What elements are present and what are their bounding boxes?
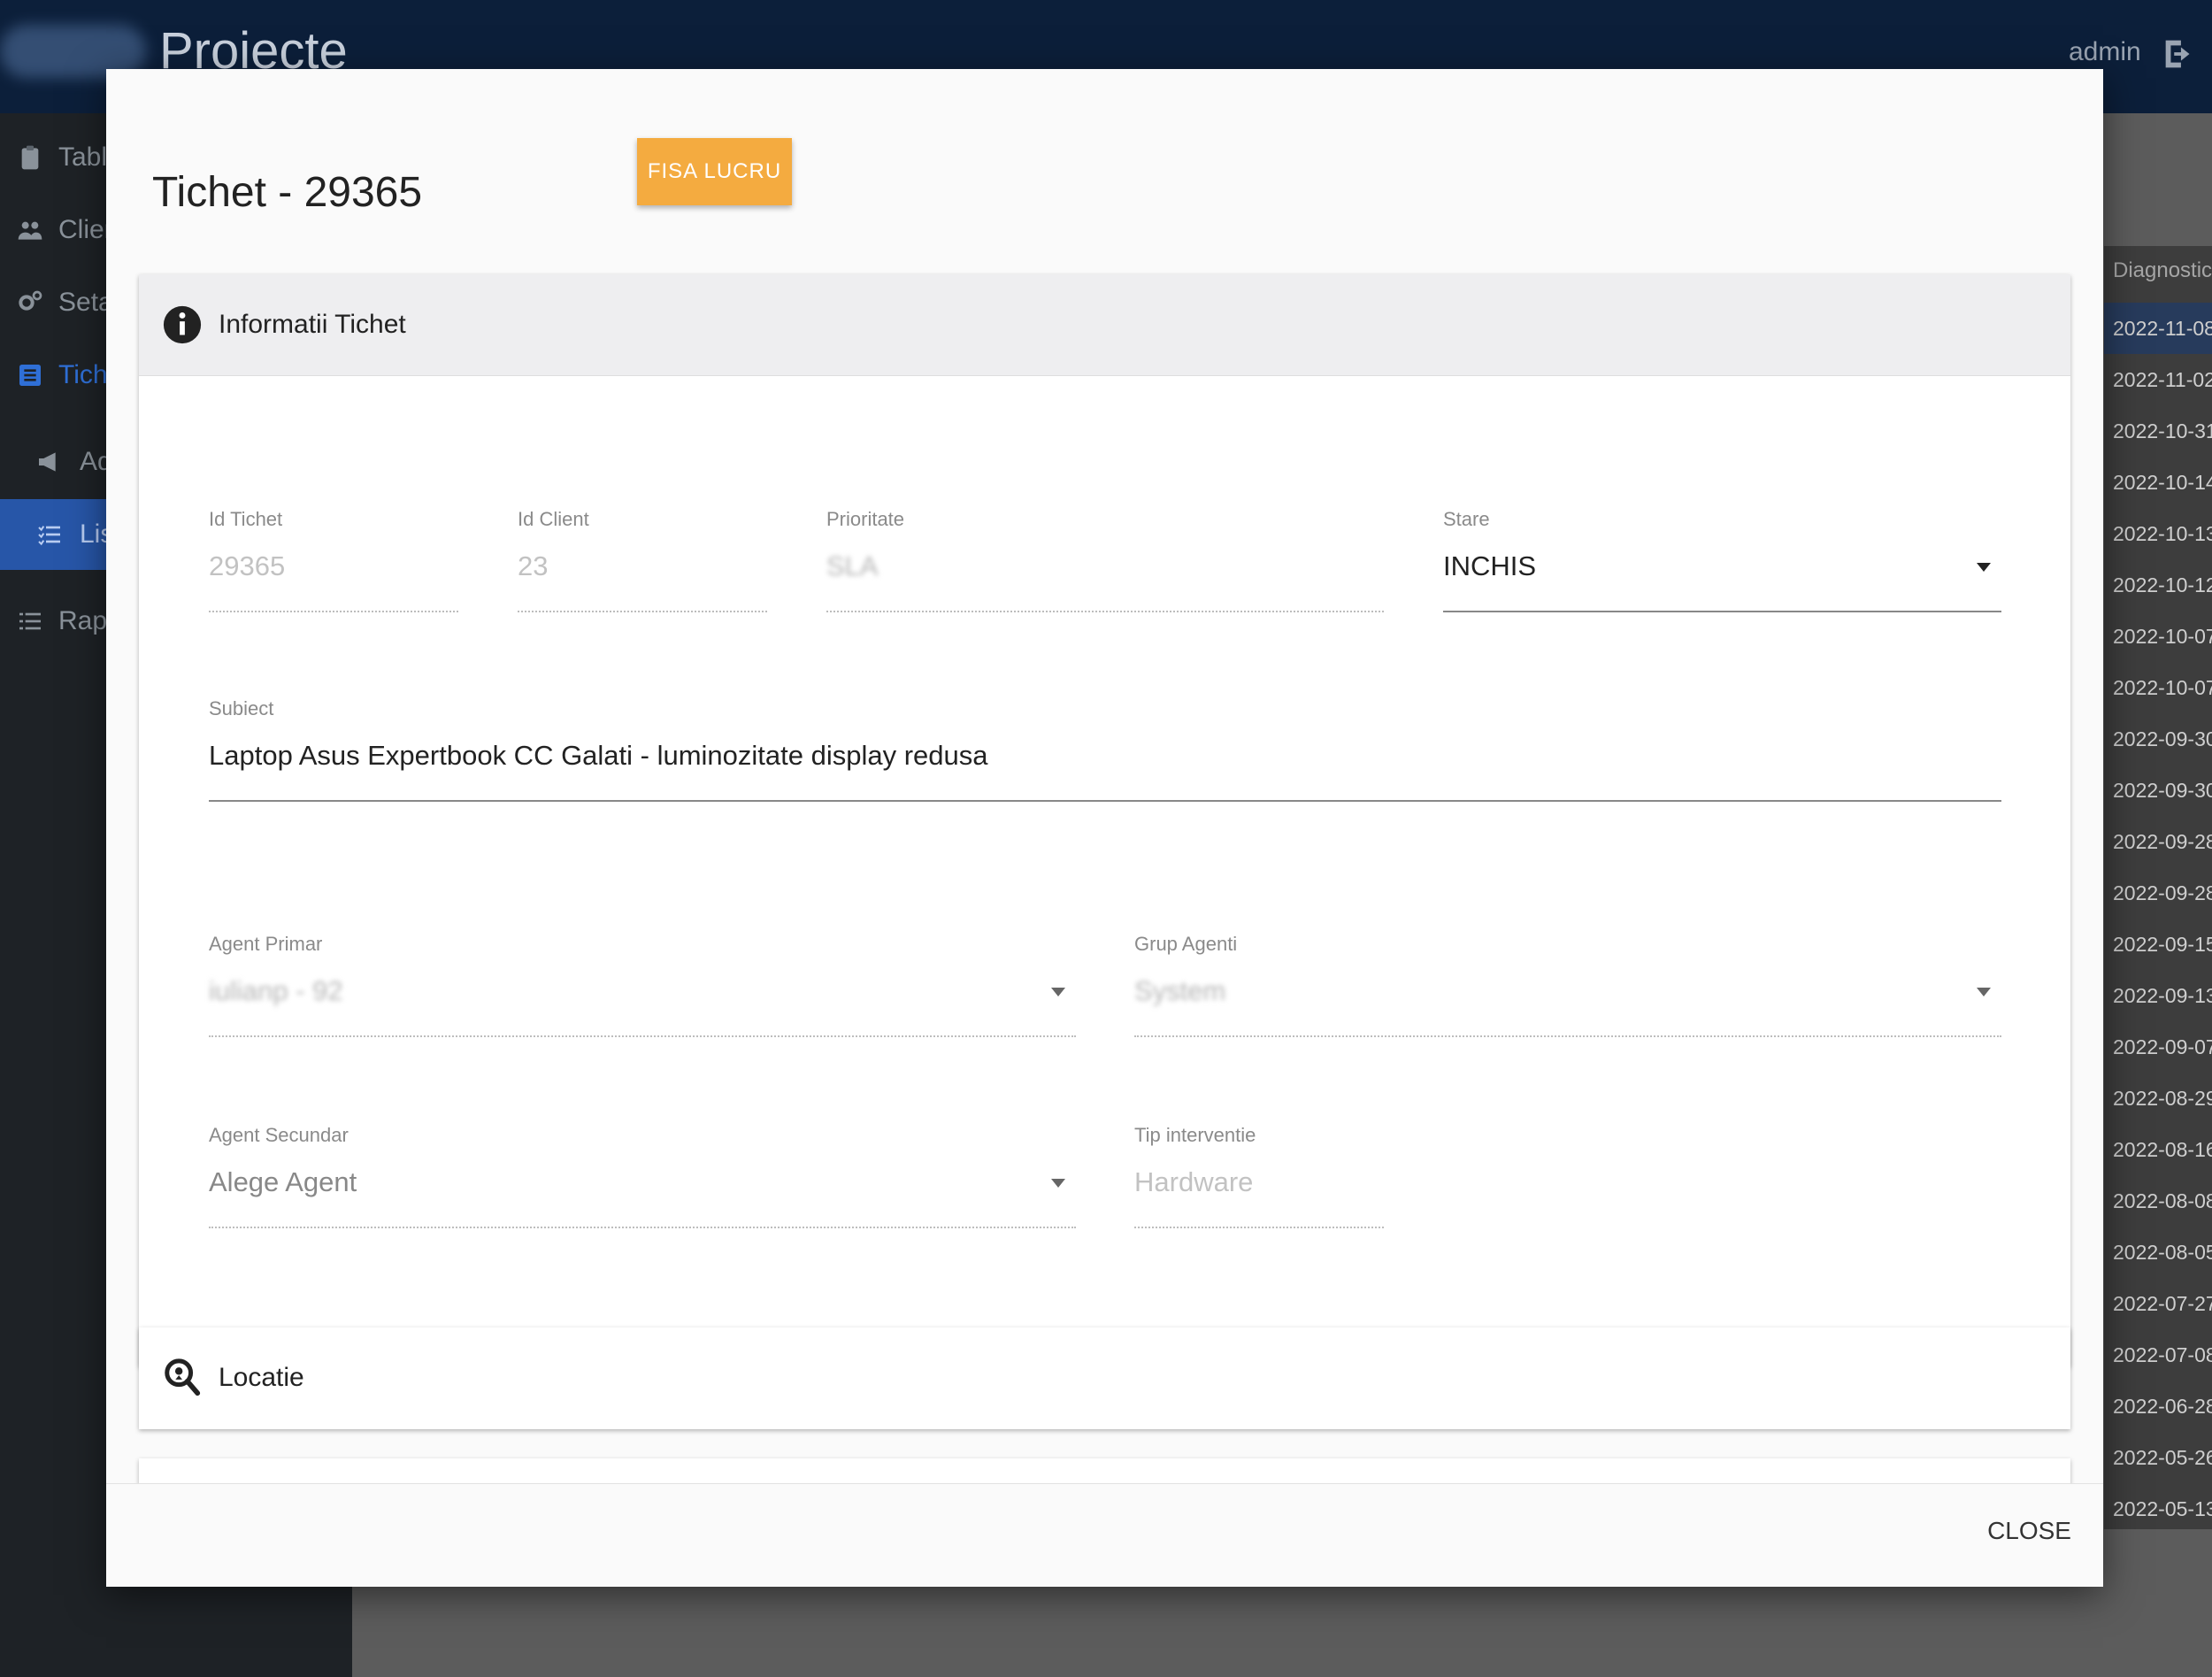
table-row[interactable]: 2022-09-13 xyxy=(2104,970,2212,1021)
table-row[interactable]: 2022-09-30 xyxy=(2104,713,2212,765)
logout-icon[interactable] xyxy=(2159,34,2200,74)
table-row[interactable]: 2022-05-13 xyxy=(2104,1483,2212,1535)
table-row[interactable]: 2022-10-12 xyxy=(2104,559,2212,611)
field-underline xyxy=(1134,1035,2001,1037)
ticket-info-panel: Informatii Tichet Id Tichet 29365 Id Cli… xyxy=(139,274,2070,1366)
table-row[interactable]: 2022-10-14 xyxy=(2104,457,2212,508)
table-row[interactable]: 2022-10-07 xyxy=(2104,662,2212,713)
info-icon xyxy=(163,305,202,344)
id-client-value: 23 xyxy=(518,550,549,581)
checklist-icon xyxy=(38,526,60,546)
table-row[interactable]: 2022-09-30 xyxy=(2104,765,2212,816)
table-row[interactable]: 2022-09-28 xyxy=(2104,816,2212,867)
chevron-down-icon[interactable] xyxy=(1977,988,1991,996)
agent-secondary-value: Alege Agent xyxy=(209,1166,357,1197)
intervention-type-field[interactable]: Tip interventie Hardware xyxy=(1134,1124,1384,1228)
agent-group-label: Grup Agenti xyxy=(1134,933,1238,955)
map-search-icon xyxy=(165,1358,201,1396)
table-row[interactable]: 2022-06-28 xyxy=(2104,1381,2212,1432)
agent-primary-value: iulianp - 92 xyxy=(209,975,343,1006)
dialog-content[interactable]: Tichet - 29365 FISA LUCRU Informatii Tic… xyxy=(106,69,2103,1483)
field-underline xyxy=(209,1035,1076,1037)
priority-value: SLA xyxy=(826,550,879,581)
agent-secondary-select[interactable]: Agent Secundar Alege Agent xyxy=(209,1124,1076,1228)
id-ticket-value: 29365 xyxy=(209,550,286,581)
field-underline xyxy=(209,1227,1076,1228)
tickets-table: Diagnostic 2022-11-08 2022-11-02 2022-10-3… xyxy=(2104,246,2212,1529)
chevron-down-icon[interactable] xyxy=(1051,1179,1065,1188)
agent-secondary-label: Agent Secundar xyxy=(209,1124,349,1146)
field-underline xyxy=(1443,611,2001,612)
priority-label: Prioritate xyxy=(826,508,905,530)
ticket-info-header[interactable]: Informatii Tichet xyxy=(139,274,2070,376)
agent-group-select[interactable]: Grup Agenti System xyxy=(1134,933,2001,1037)
field-underline xyxy=(209,800,2001,802)
close-button[interactable]: CLOSE xyxy=(1982,1516,2077,1546)
user-name[interactable]: admin xyxy=(2069,37,2141,67)
ticket-dialog: Tichet - 29365 FISA LUCRU Informatii Tic… xyxy=(106,69,2103,1587)
users-icon xyxy=(18,221,42,240)
table-row[interactable]: 2022-05-26 xyxy=(2104,1432,2212,1483)
table-row[interactable]: 2022-08-08 xyxy=(2104,1175,2212,1227)
intervention-type-value: Hardware xyxy=(1134,1166,1254,1197)
state-select[interactable]: Stare INCHIS xyxy=(1443,508,2001,612)
table-row[interactable]: 2022-07-08 xyxy=(2104,1329,2212,1381)
list-icon xyxy=(19,612,41,630)
table-row[interactable]: 2022-09-07 xyxy=(2104,1021,2212,1073)
chevron-down-icon[interactable] xyxy=(1977,563,1991,572)
list-box-icon xyxy=(19,365,41,386)
table-row[interactable]: 2022-11-08 xyxy=(2104,303,2212,354)
next-panel xyxy=(139,1458,2070,1483)
dialog-footer: CLOSE xyxy=(106,1483,2103,1587)
table-row[interactable]: 2022-10-07 xyxy=(2104,611,2212,662)
table-row[interactable]: 2022-08-16 xyxy=(2104,1124,2212,1175)
table-row[interactable]: 2022-08-05 xyxy=(2104,1227,2212,1278)
table-row[interactable]: 2022-09-15 xyxy=(2104,919,2212,970)
subject-field[interactable]: Subiect Laptop Asus Expertbook CC Galati… xyxy=(209,697,2001,802)
location-header[interactable]: Locatie xyxy=(139,1327,2070,1428)
table-row[interactable]: 2022-11-02 xyxy=(2104,354,2212,405)
id-ticket-label: Id Tichet xyxy=(209,508,283,530)
field-underline xyxy=(826,611,1384,612)
table-row[interactable]: 2022-08-29 xyxy=(2104,1073,2212,1124)
subject-label: Subiect xyxy=(209,697,274,719)
table-row[interactable]: 2022-10-13 xyxy=(2104,508,2212,559)
field-underline xyxy=(518,611,767,612)
id-client-label: Id Client xyxy=(518,508,589,530)
agent-primary-label: Agent Primar xyxy=(209,933,323,955)
fisa-lucru-button[interactable]: FISA LUCRU xyxy=(637,138,792,205)
dialog-title: Tichet - 29365 xyxy=(152,169,423,216)
agent-primary-select[interactable]: Agent Primar iulianp - 92 xyxy=(209,933,1076,1037)
clipboard-icon xyxy=(21,145,39,170)
state-label: Stare xyxy=(1443,508,1490,530)
state-value: INCHIS xyxy=(1443,550,1537,581)
table-row[interactable]: 2022-07-27 xyxy=(2104,1278,2212,1329)
priority-field[interactable]: Prioritate SLA xyxy=(826,508,1384,612)
subject-value: Laptop Asus Expertbook CC Galati - lumin… xyxy=(209,740,988,771)
ticket-info-title: Informatii Tichet xyxy=(219,310,406,339)
table-row[interactable]: 2022-10-31 xyxy=(2104,405,2212,457)
bullhorn-icon xyxy=(39,452,56,472)
field-underline xyxy=(1134,1227,1384,1228)
id-ticket-field[interactable]: Id Tichet 29365 xyxy=(209,508,458,612)
id-client-field[interactable]: Id Client 23 xyxy=(518,508,767,612)
field-underline xyxy=(209,611,458,612)
table-row[interactable]: 2022-09-28 xyxy=(2104,867,2212,919)
chevron-down-icon[interactable] xyxy=(1051,988,1065,996)
gears-icon xyxy=(19,290,42,311)
location-title: Locatie xyxy=(219,1363,304,1392)
agent-group-value: System xyxy=(1134,975,1226,1006)
location-panel: Locatie xyxy=(139,1327,2070,1429)
intervention-type-label: Tip interventie xyxy=(1134,1124,1256,1146)
table-header-diagnostic: Diagnostic xyxy=(2113,258,2212,282)
